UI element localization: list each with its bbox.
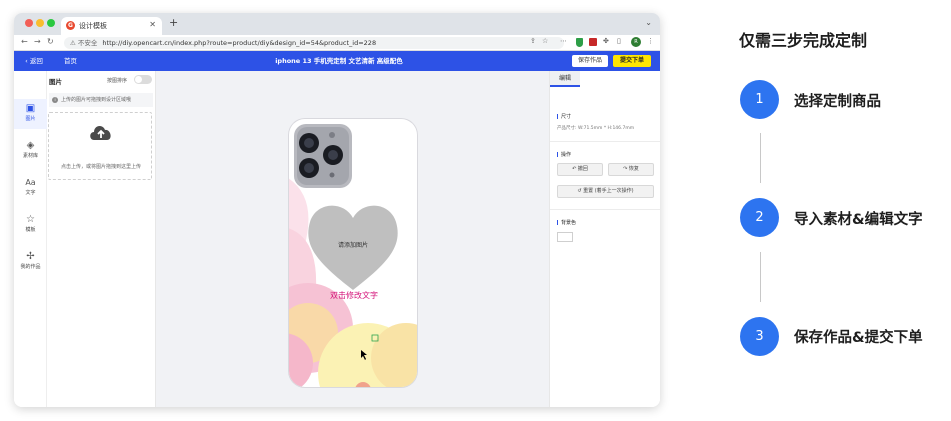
rail-item-label: 我的作品 <box>20 264 41 270</box>
profile-avatar[interactable]: R <box>631 37 641 47</box>
steps-title: 仅需三步完成定制 <box>739 31 868 50</box>
undo-label: 撤回 <box>577 166 588 172</box>
rail-item-label: 图片 <box>25 116 36 122</box>
browser-menu-icon[interactable]: ⋮ <box>647 37 654 45</box>
rail-item-label: 素材库 <box>22 153 38 159</box>
upload-dropzone[interactable]: 点击上传，或将图片拖拽到这里上传 <box>48 112 152 180</box>
size-value: 产品尺寸: W:71.5mm * H:146.7mm <box>557 126 635 131</box>
red-extension-icon[interactable] <box>589 38 597 46</box>
dropzone-text: 点击上传，或将图片拖拽到这里上传 <box>60 164 141 170</box>
reload-icon[interactable]: ↻ <box>47 37 54 46</box>
window-maximize-control[interactable] <box>47 19 55 27</box>
cloud-upload-icon <box>90 126 111 140</box>
text-icon: Aa <box>25 178 36 187</box>
background-color-swatch[interactable] <box>557 232 573 242</box>
image-panel: 图片 按图排序 i 上传的图片可拖拽到设计区域哦 点击上传，或将图片拖拽到这里上传 <box>47 71 156 407</box>
notice-text: 上传的图片可拖拽到设计区域哦 <box>61 97 132 103</box>
url-text: http://diy.opencart.cn/index.php?route=p… <box>102 39 377 47</box>
forward-arrow-icon[interactable]: → <box>34 37 41 46</box>
sort-toggle[interactable] <box>134 75 152 84</box>
home-link[interactable]: 首页 <box>64 55 77 67</box>
step-number-2: 2 <box>740 198 779 237</box>
divider <box>550 141 660 142</box>
favicon-icon: G <box>66 21 75 30</box>
rail-item-label: 文字 <box>25 190 36 196</box>
tab-edit[interactable]: 编辑 <box>550 71 580 87</box>
rail-item-image[interactable]: ▣ 图片 <box>14 99 47 129</box>
panel-title: 图片 <box>49 78 62 86</box>
step-connector <box>760 133 761 183</box>
image-icon: ▣ <box>25 103 36 114</box>
warning-text: 不安全 <box>77 39 98 47</box>
info-icon: i <box>52 96 58 103</box>
warning-icon: ⚠ <box>70 39 78 47</box>
new-tab-icon[interactable]: + <box>169 16 178 29</box>
step-label-1: 选择定制商品 <box>794 94 881 110</box>
page-title: iphone 13 手机壳定制 文艺清新 高级配色 <box>275 57 403 65</box>
divider <box>550 209 660 210</box>
puzzle-icon: ✢ <box>26 251 35 262</box>
design-canvas[interactable]: 请添加图片 双击修改文字 <box>156 71 549 407</box>
layers-icon: ◈ <box>26 140 35 151</box>
window-minimize-control[interactable] <box>36 19 44 27</box>
browser-window: G 设计模板 ✕ + ⌄ ← → ↻ ⚠ 不安全 http://diy.openc… <box>14 13 660 407</box>
size-section-label: 尺寸 <box>557 113 571 120</box>
tab-bar: G 设计模板 ✕ + ⌄ <box>14 13 660 35</box>
step-number-1: 1 <box>740 80 779 119</box>
undo-button[interactable]: ↶ 撤回 <box>557 163 603 176</box>
reset-button[interactable]: ↺ 重置 (着手上一次操作) <box>557 185 654 198</box>
rail-item-materials[interactable]: ◈ 素材库 <box>14 136 47 166</box>
shield-extension-icon[interactable] <box>576 38 583 47</box>
tab-title: 设计模板 <box>79 22 107 30</box>
redo-button[interactable]: ↷ 恢复 <box>608 163 654 176</box>
rail-item-label: 模板 <box>25 227 36 233</box>
step-number-3: 3 <box>740 317 779 356</box>
star-icon: ☆ <box>26 214 35 225</box>
submit-order-button[interactable]: 提交下单 <box>613 55 651 67</box>
save-work-button[interactable]: 保存作品 <box>572 55 608 67</box>
phone-case-preview[interactable]: 请添加图片 双击修改文字 <box>288 118 418 388</box>
insecure-warning: ⚠ 不安全 <box>70 39 97 47</box>
window-close-control[interactable] <box>25 19 33 27</box>
app-header: ‹ 返回 首页 iphone 13 手机壳定制 文艺清新 高级配色 保存作品 提… <box>14 51 660 71</box>
extensions-dots-icon[interactable]: ⋯ <box>560 37 567 45</box>
properties-panel: 编辑 尺寸 产品尺寸: W:71.5mm * H:146.7mm 操作 ↶ 撤回… <box>549 71 660 407</box>
placeholder-text: 请添加图片 <box>338 241 368 249</box>
puzzle-extension-icon[interactable]: ✤ <box>603 37 609 45</box>
redo-label: 恢复 <box>628 166 639 172</box>
sort-label: 按图排序 <box>107 78 128 84</box>
rail-item-templates[interactable]: ☆ 模板 <box>14 210 47 240</box>
back-button[interactable]: ‹ 返回 <box>20 55 48 67</box>
operations-section-label: 操作 <box>557 151 571 158</box>
step-label-3: 保存作品&提交下单 <box>794 330 923 346</box>
step-label-2: 导入素材&编辑文字 <box>794 212 923 228</box>
back-label: 返回 <box>29 57 43 65</box>
upload-notice: i 上传的图片可拖拽到设计区域哦 <box>49 93 153 107</box>
url-field[interactable]: ⚠ 不安全 http://diy.opencart.cn/index.php?ro… <box>64 37 564 49</box>
custom-text[interactable]: 双击修改文字 <box>330 290 378 300</box>
rail-item-text[interactable]: Aa 文字 <box>14 173 47 203</box>
browser-tab[interactable]: G 设计模板 ✕ <box>61 17 162 35</box>
reset-label: 重置 (着手上一次操作) <box>583 188 634 194</box>
step-connector <box>760 252 761 302</box>
bookmark-star-icon[interactable]: ☆ <box>542 37 548 45</box>
tab-close-icon[interactable]: ✕ <box>149 20 156 29</box>
background-color-label: 背景色 <box>557 219 576 226</box>
share-icon[interactable]: ⇪ <box>530 37 536 45</box>
address-bar: ← → ↻ ⚠ 不安全 http://diy.opencart.cn/index.… <box>14 35 660 51</box>
rail-item-my-works[interactable]: ✢ 我的作品 <box>14 247 47 277</box>
back-arrow-icon[interactable]: ← <box>21 37 28 46</box>
tab-menu-icon[interactable]: ⌄ <box>645 18 652 27</box>
tool-rail: ▣ 图片 ◈ 素材库 Aa 文字 ☆ 模板 ✢ 我的作品 <box>14 71 47 407</box>
sidebar-toggle-icon[interactable]: ▯ <box>617 37 621 45</box>
